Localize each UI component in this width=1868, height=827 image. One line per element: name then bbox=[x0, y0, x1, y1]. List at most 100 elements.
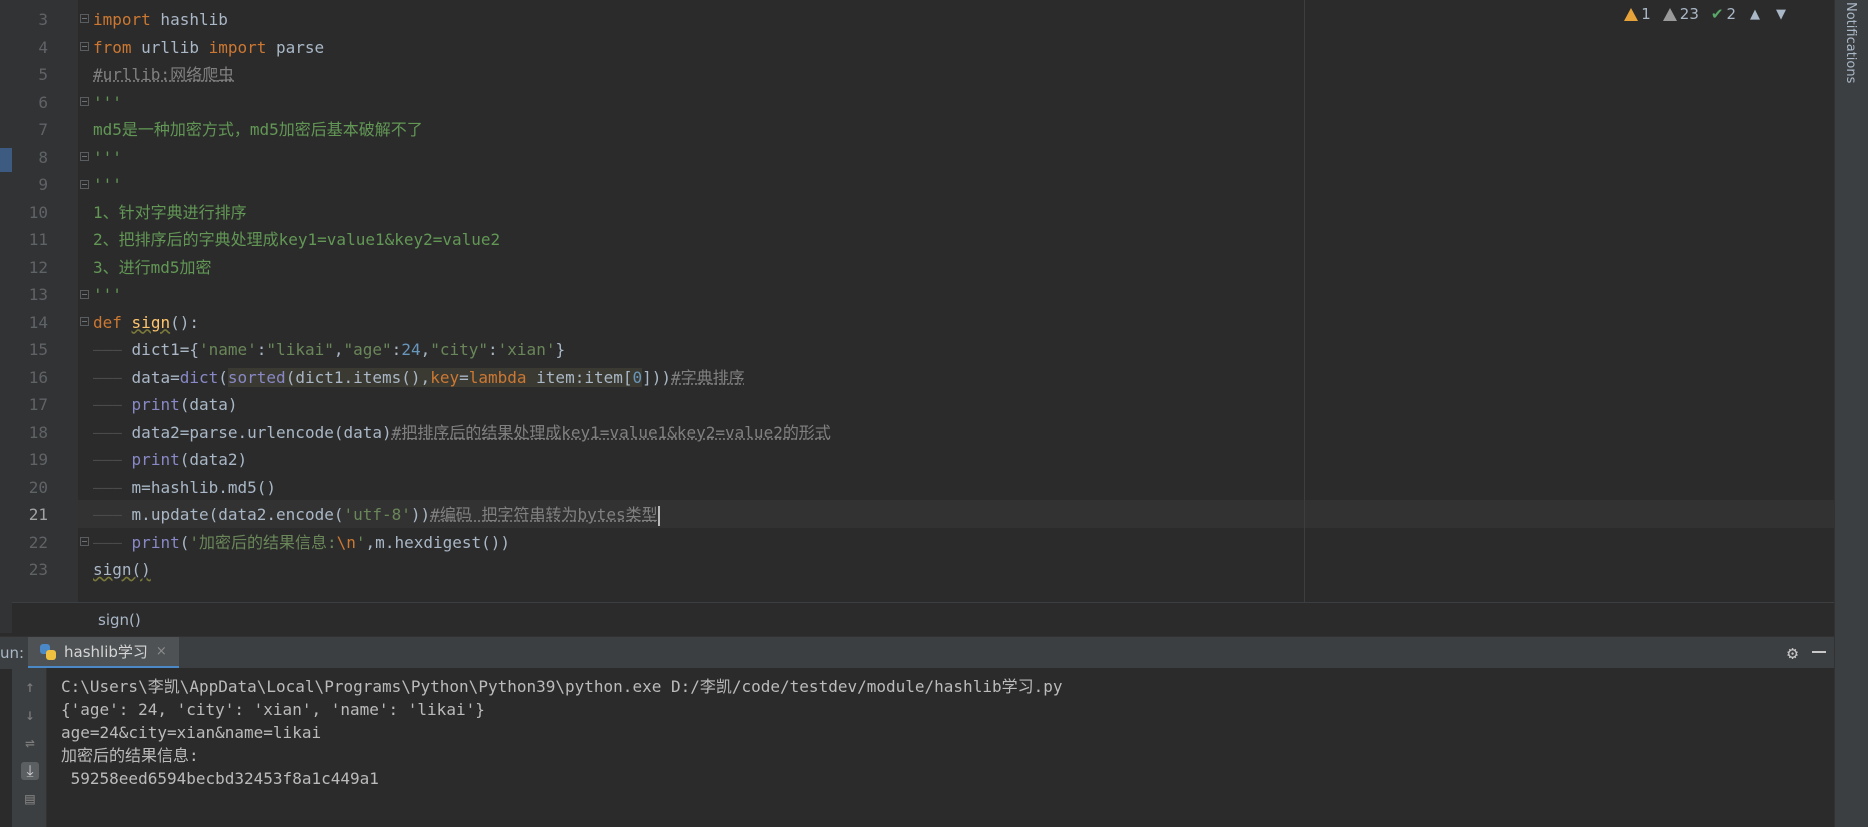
code-text: ( bbox=[218, 367, 228, 387]
code-text: hashlib bbox=[150, 10, 228, 29]
fold-marker-icon[interactable] bbox=[80, 537, 89, 546]
code-line-19[interactable]: ――― print(data2) bbox=[93, 446, 247, 474]
code-line-3[interactable]: import hashlib bbox=[93, 6, 228, 34]
code-line-6[interactable]: ''' bbox=[93, 89, 122, 117]
line-number: 17 bbox=[28, 395, 48, 414]
typo-count[interactable]: ✔ 2 bbox=[1711, 5, 1736, 23]
arrow-down-icon[interactable]: ↓ bbox=[21, 706, 39, 724]
builtin: print bbox=[131, 395, 180, 414]
chevron-down-icon[interactable]: ▼ bbox=[1774, 7, 1788, 22]
code-line-21[interactable]: ――― m.update(data2.encode('utf-8'))#编码 把… bbox=[93, 501, 660, 529]
right-tool-strip bbox=[1834, 0, 1868, 827]
warning-count[interactable]: 23 bbox=[1662, 5, 1699, 23]
line-number: 19 bbox=[28, 450, 48, 469]
code-line-8[interactable]: ''' bbox=[93, 144, 122, 172]
line-number: 14 bbox=[28, 312, 48, 332]
breadcrumb-item[interactable]: sign() bbox=[98, 611, 141, 629]
code-line-13[interactable]: ''' bbox=[93, 281, 122, 309]
code-text: } bbox=[555, 340, 566, 359]
text-caret bbox=[657, 505, 660, 526]
code-line-12[interactable]: 3、进行md5加密 bbox=[93, 254, 212, 282]
code-line-4[interactable]: from urllib import parse bbox=[93, 34, 324, 62]
line-number-current: 21 bbox=[28, 505, 48, 524]
code-line-20[interactable]: ――― m=hashlib.md5() bbox=[93, 474, 276, 502]
line-number: 15 bbox=[28, 340, 48, 359]
string: "likai" bbox=[266, 340, 334, 359]
fold-marker-icon[interactable] bbox=[80, 317, 89, 326]
fold-marker-icon[interactable] bbox=[80, 290, 89, 299]
chevron-up-icon[interactable]: ▲ bbox=[1748, 7, 1762, 22]
close-icon[interactable]: × bbox=[156, 644, 167, 659]
code-line-14[interactable]: def sign(): bbox=[93, 309, 199, 337]
run-tool-window-header: un: hashlib学习 × ⚙ bbox=[0, 636, 1834, 669]
fold-marker-icon[interactable] bbox=[80, 180, 89, 189]
code-line-7[interactable]: md5是一种加密方式，md5加密后基本破解不了 bbox=[93, 116, 423, 144]
code-text: (data2) bbox=[179, 450, 248, 469]
code-text: item:item[ bbox=[526, 367, 633, 387]
code-text: (dict1.items(), bbox=[285, 367, 431, 387]
run-console[interactable]: C:\Users\李凯\AppData\Local\Programs\Pytho… bbox=[47, 668, 1834, 827]
builtin: sorted bbox=[227, 367, 286, 387]
minimize-icon[interactable] bbox=[1812, 651, 1826, 653]
code-text: : bbox=[488, 340, 498, 359]
inspection-widget[interactable]: 1 23 ✔ 2 ▲ ▼ bbox=[1624, 4, 1788, 24]
comment: #字典排序 bbox=[671, 367, 745, 387]
code-line-9[interactable]: ''' bbox=[93, 171, 122, 199]
code-text: : bbox=[391, 340, 402, 359]
code-line-11[interactable]: 2、把排序后的字典处理成key1=value1&key2=value2 bbox=[93, 226, 500, 254]
code-text: ( bbox=[179, 532, 190, 552]
fold-marker-icon[interactable] bbox=[80, 14, 89, 23]
fold-marker-icon[interactable] bbox=[80, 97, 89, 106]
fold-marker-icon[interactable] bbox=[80, 152, 89, 161]
line-number: 5 bbox=[38, 65, 48, 84]
run-tab-hashlib[interactable]: hashlib学习 × bbox=[28, 637, 179, 669]
number: 24 bbox=[401, 340, 421, 359]
code-line-18[interactable]: ――― data2=parse.urlencode(data)#把排序后的结果处… bbox=[93, 419, 831, 447]
keyword: from bbox=[93, 37, 132, 57]
code-text: : bbox=[256, 340, 267, 359]
notifications-tab[interactable]: Notifications bbox=[1843, 2, 1858, 83]
line-number: 7 bbox=[38, 120, 48, 139]
code-editor[interactable]: 3 4 5 6 7 8 9 10 11 12 13 14 15 16 17 18… bbox=[12, 0, 1834, 602]
error-count-value: 1 bbox=[1641, 5, 1651, 23]
scroll-to-end-icon[interactable]: ⤓ bbox=[21, 762, 39, 780]
builtin: print bbox=[131, 532, 180, 552]
gear-icon[interactable]: ⚙ bbox=[1787, 643, 1798, 664]
code-text: , bbox=[420, 340, 431, 359]
code-line-5[interactable]: #urllib:网络爬虫 bbox=[93, 61, 234, 89]
code-line-16[interactable]: ――― data=dict(sorted(dict1.items(),key=l… bbox=[93, 364, 745, 392]
arrow-up-icon[interactable]: ↑ bbox=[21, 678, 39, 696]
warning-count-value: 23 bbox=[1679, 5, 1699, 23]
code-line-23[interactable]: sign() bbox=[93, 556, 151, 584]
code-text: (data) bbox=[179, 395, 238, 414]
line-number: 9 bbox=[38, 175, 48, 194]
line-number: 16 bbox=[28, 367, 48, 387]
keyword: import bbox=[208, 37, 267, 57]
string: ' bbox=[355, 532, 366, 552]
code-text: ])) bbox=[642, 367, 672, 387]
line-number: 3 bbox=[38, 10, 48, 29]
code-text: ,m.hexdigest()) bbox=[365, 532, 511, 552]
keyword: lambda bbox=[468, 367, 527, 387]
left-strip-marker bbox=[0, 148, 12, 172]
code-line-15[interactable]: ――― dict1={'name':"likai","age":24,"city… bbox=[93, 336, 565, 364]
code-text: m.update(data2.encode( bbox=[131, 505, 344, 524]
right-margin-guide bbox=[1304, 0, 1305, 602]
line-number: 8 bbox=[38, 147, 48, 167]
number: 0 bbox=[632, 367, 643, 387]
builtin: print bbox=[131, 450, 180, 469]
string: '加密后的结果信息: bbox=[189, 532, 337, 552]
code-line-10[interactable]: 1、针对字典进行排序 bbox=[93, 199, 247, 227]
code-line-22[interactable]: ――― print('加密后的结果信息:\n',m.hexdigest()) bbox=[93, 529, 510, 557]
comment: #urllib:网络爬虫 bbox=[93, 65, 235, 84]
line-number: 11 bbox=[28, 230, 48, 249]
error-count[interactable]: 1 bbox=[1624, 5, 1651, 23]
print-icon[interactable]: ▤ bbox=[21, 790, 39, 808]
code-text: , bbox=[333, 340, 344, 359]
code-line-17[interactable]: ――― print(data) bbox=[93, 391, 238, 419]
code-text: m=hashlib.md5() bbox=[131, 477, 277, 497]
code-text: data= bbox=[131, 367, 180, 387]
fold-marker-icon[interactable] bbox=[80, 42, 89, 51]
run-toolbar: ↑ ↓ ⇌ ⤓ ▤ bbox=[12, 668, 47, 827]
soft-wrap-icon[interactable]: ⇌ bbox=[21, 734, 39, 752]
